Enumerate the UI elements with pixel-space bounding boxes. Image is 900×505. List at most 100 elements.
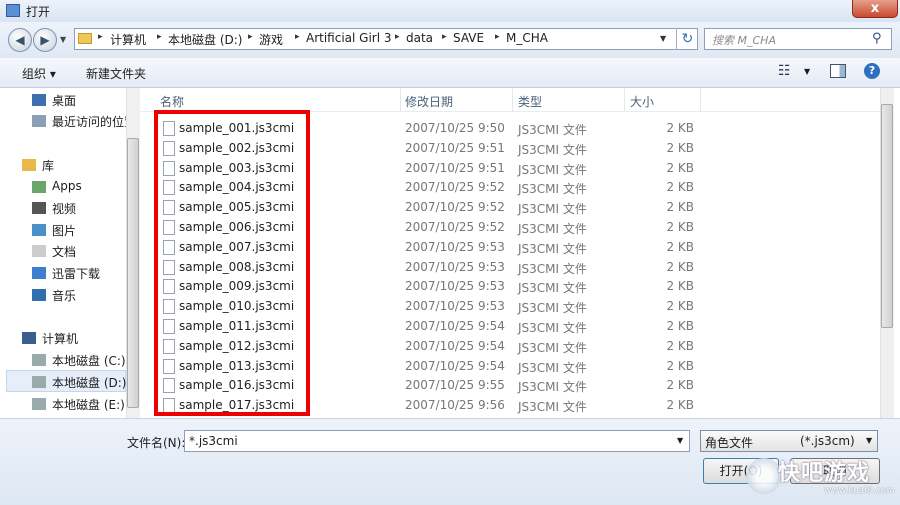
file-size: 2 KB — [666, 319, 694, 333]
breadcrumb-separator[interactable]: ▸ — [495, 32, 500, 42]
file-type: JS3CMI 文件 — [518, 241, 587, 256]
column-divider[interactable] — [624, 88, 625, 112]
close-button[interactable]: x — [852, 0, 898, 18]
sidebar-item[interactable]: 本地磁盘 (E:) — [52, 396, 125, 413]
file-size: 2 KB — [666, 200, 694, 215]
computer-icon — [22, 332, 36, 344]
view-options-icon[interactable]: ☷ — [778, 63, 791, 79]
music-icon — [32, 289, 46, 301]
filename-label: 文件名(N): — [127, 436, 186, 450]
breadcrumb-separator[interactable]: ▸ — [157, 32, 162, 42]
breadcrumb-item[interactable]: M_CHA — [506, 31, 548, 45]
drive-icon — [32, 376, 46, 388]
drive-icon — [32, 398, 46, 410]
column-header-type[interactable]: 类型 — [518, 93, 542, 110]
file-type: JS3CMI 文件 — [518, 340, 587, 355]
file-type-filter-dropdown[interactable]: ▼ — [866, 436, 872, 445]
file-type: JS3CMI 文件 — [518, 222, 587, 236]
documents-icon — [32, 245, 46, 257]
file-date: 2007/10/25 9:52 — [405, 220, 505, 234]
file-type: JS3CMI 文件 — [518, 162, 587, 177]
file-size: 2 KB — [666, 338, 694, 353]
filename-input[interactable] — [184, 430, 690, 452]
sidebar-item[interactable]: 最近访问的位置 — [52, 113, 136, 130]
file-size: 2 KB — [666, 140, 694, 155]
file-type: JS3CMI 文件 — [518, 360, 587, 375]
file-list-scrollbar-thumb[interactable] — [881, 104, 893, 328]
sidebar-item[interactable]: 桌面 — [52, 92, 76, 109]
breadcrumb-item[interactable]: data — [406, 31, 433, 45]
new-folder-button[interactable]: 新建文件夹 — [86, 65, 146, 82]
window-title: 打开 — [26, 5, 51, 19]
red-highlight-box — [154, 110, 310, 416]
file-date: 2007/10/25 9:53 — [405, 299, 505, 314]
file-type: JS3CMI 文件 — [518, 301, 587, 316]
watermark-text: 快吧游戏 — [778, 461, 871, 486]
file-type: JS3CMI 文件 — [518, 321, 587, 335]
file-size: 2 KB — [666, 220, 694, 234]
folder-icon — [78, 33, 92, 44]
sidebar-item[interactable]: 图片 — [52, 222, 76, 239]
recent-pages-dropdown[interactable]: ▼ — [60, 35, 66, 44]
sidebar-item[interactable]: 音乐 — [52, 287, 76, 304]
search-icon[interactable]: ⚲ — [872, 31, 882, 46]
sidebar-item[interactable]: 本地磁盘 (D:) — [52, 374, 126, 391]
library-icon — [22, 159, 36, 171]
file-type: JS3CMI 文件 — [518, 182, 587, 197]
video-icon — [32, 202, 46, 214]
breadcrumb-item[interactable]: 计算机 — [110, 31, 146, 48]
sidebar-item[interactable]: 库 — [42, 157, 54, 174]
breadcrumb-item[interactable]: SAVE — [453, 31, 484, 45]
file-type: JS3CMI 文件 — [518, 261, 587, 276]
breadcrumb-item[interactable]: 本地磁盘 (D:) — [168, 31, 242, 48]
view-options-dropdown[interactable]: ▼ — [804, 67, 810, 76]
forward-button[interactable]: ▶ — [33, 28, 57, 52]
column-divider[interactable] — [512, 88, 513, 112]
column-header-date[interactable]: 修改日期 — [405, 93, 453, 110]
file-size: 2 KB — [666, 239, 694, 254]
file-type: JS3CMI 文件 — [518, 123, 587, 137]
sidebar-item[interactable]: 本地磁盘 (C:) — [52, 352, 126, 369]
watermark-logo-icon — [746, 458, 782, 494]
sidebar-item[interactable]: Apps — [52, 179, 82, 193]
file-size: 2 KB — [666, 259, 694, 274]
watermark-url: www.kuai8.com — [824, 486, 895, 496]
file-type: JS3CMI 文件 — [518, 380, 587, 395]
breadcrumb-item[interactable]: 游戏 — [259, 31, 283, 48]
column-divider[interactable] — [700, 88, 701, 112]
file-date: 2007/10/25 9:54 — [405, 358, 505, 373]
help-icon[interactable]: ? — [864, 63, 880, 79]
breadcrumb-separator[interactable]: ▸ — [395, 32, 400, 42]
breadcrumb-separator[interactable]: ▸ — [248, 32, 253, 42]
organize-menu-button[interactable]: 组织 ▾ — [22, 65, 56, 82]
column-header-name[interactable]: 名称 — [160, 93, 184, 110]
file-size: 2 KB — [666, 358, 694, 373]
file-date: 2007/10/25 9:52 — [405, 200, 505, 215]
file-type-filter-label: 角色文件 — [705, 436, 754, 450]
file-size: 2 KB — [666, 299, 694, 314]
sidebar-item[interactable]: 迅雷下载 — [52, 265, 100, 282]
sidebar-item[interactable]: 文档 — [52, 243, 76, 260]
column-divider[interactable] — [400, 88, 401, 112]
sidebar-item[interactable]: 视频 — [52, 200, 76, 217]
preview-pane-icon[interactable] — [830, 64, 846, 78]
back-button[interactable]: ◀ — [8, 28, 32, 52]
address-history-dropdown[interactable]: ▼ — [660, 34, 666, 43]
file-date: 2007/10/25 9:53 — [405, 239, 505, 254]
file-type: JS3CMI 文件 — [518, 281, 587, 296]
file-size: 2 KB — [666, 398, 694, 413]
breadcrumb-separator[interactable]: ▸ — [98, 32, 103, 42]
navigation-scrollbar-thumb[interactable] — [127, 138, 139, 408]
breadcrumb-separator[interactable]: ▸ — [295, 32, 300, 42]
filename-value: *.js3cmi — [189, 434, 238, 448]
file-size: 2 KB — [666, 279, 694, 294]
column-header-size[interactable]: 大小 — [630, 93, 654, 110]
recent-places-icon — [32, 115, 46, 127]
breadcrumb-separator[interactable]: ▸ — [442, 32, 447, 42]
filename-dropdown[interactable]: ▼ — [677, 436, 683, 445]
refresh-button[interactable]: ↻ — [676, 28, 698, 50]
sidebar-item[interactable]: 计算机 — [42, 330, 78, 347]
breadcrumb-item[interactable]: Artificial Girl 3 — [306, 31, 392, 45]
title-bar — [0, 0, 900, 22]
file-date: 2007/10/25 9:54 — [405, 319, 505, 333]
